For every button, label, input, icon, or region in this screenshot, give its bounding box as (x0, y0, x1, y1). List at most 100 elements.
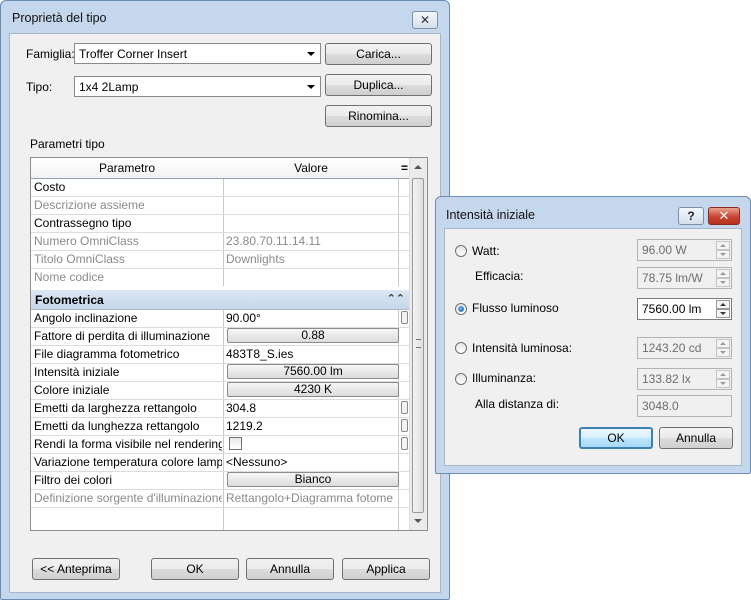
initial-intensity-dialog: Intensità iniziale ? ✕ Watt: 96.00 W Eff… (435, 196, 751, 474)
famiglia-dropdown[interactable]: Troffer Corner Insert (74, 43, 321, 64)
collapse-icon[interactable]: ⌃⌃ (387, 292, 405, 305)
watt-field[interactable]: 96.00 W (637, 239, 732, 261)
dialog-annulla-button[interactable]: Annulla (659, 427, 733, 449)
perdita-value-button[interactable]: 0.88 (227, 328, 399, 343)
dialog-close-button[interactable]: ✕ (708, 207, 740, 225)
param-value[interactable]: 1219.2 (226, 419, 398, 433)
efficacia-field[interactable]: 78.75 lm/W (637, 267, 732, 289)
param-name: File diagramma fotometrico (34, 347, 180, 361)
table-row[interactable]: Titolo OmniClass Downlights (31, 250, 411, 269)
illuminanza-field[interactable]: 133.82 lx (637, 368, 732, 390)
close-icon: ✕ (419, 13, 431, 27)
spin-up-icon[interactable] (716, 339, 730, 348)
intensita-label: Intensità luminosa: (472, 341, 573, 355)
ok-button[interactable]: OK (151, 558, 239, 580)
table-row[interactable]: Angolo inclinazione 90.00° (31, 309, 411, 328)
row-edit-handle[interactable] (401, 437, 408, 450)
table-row[interactable]: Emetti da lunghezza rettangolo 1219.2 (31, 417, 411, 436)
group-title: Fotometrica (35, 293, 104, 307)
tipo-dropdown[interactable]: 1x4 2Lamp (74, 76, 321, 97)
group-header-fotometrica[interactable]: Fotometrica ⌃⌃ (31, 290, 411, 310)
chevron-down-icon (307, 52, 315, 56)
intensita-radio[interactable] (455, 342, 467, 354)
watt-radio[interactable] (455, 245, 467, 257)
table-row[interactable]: Nome codice (31, 268, 411, 287)
close-icon: ✕ (718, 208, 730, 223)
row-edit-handle[interactable] (401, 401, 408, 414)
illuminanza-radio[interactable] (455, 373, 467, 385)
rinomina-button[interactable]: Rinomina... (325, 105, 432, 127)
spin-up-icon[interactable] (716, 370, 730, 379)
flusso-label: Flusso luminoso (472, 301, 559, 315)
table-row[interactable]: Costo (31, 178, 411, 197)
header-parametro[interactable]: Parametro (31, 158, 223, 178)
scroll-thumb[interactable] (412, 178, 424, 513)
table-row[interactable]: Colore iniziale 4230 K (31, 381, 411, 400)
table-row[interactable]: Variazione temperatura colore lamp <Ness… (31, 453, 411, 472)
spin-up-icon[interactable] (716, 269, 730, 278)
distanza-label: Alla distanza di: (475, 397, 560, 411)
table-row[interactable]: Rendi la forma visibile nel rendering (31, 435, 411, 454)
param-value[interactable]: 483T8_S.ies (226, 347, 398, 361)
row-edit-handle[interactable] (401, 419, 408, 432)
param-value[interactable]: <Nessuno> (226, 455, 398, 469)
param-name: Emetti da lunghezza rettangolo (34, 419, 200, 433)
spin-down-icon[interactable] (716, 309, 730, 318)
param-name: Angolo inclinazione (34, 311, 138, 325)
table-row[interactable]: Emetti da larghezza rettangolo 304.8 (31, 399, 411, 418)
row-edit-handle[interactable] (401, 311, 408, 324)
table-row[interactable]: Intensità iniziale 7560.00 lm (31, 363, 411, 382)
table-row[interactable]: Contrassegno tipo (31, 214, 411, 233)
header-valore[interactable]: Valore (224, 158, 398, 178)
scroll-up-icon[interactable] (414, 165, 422, 169)
rendi-checkbox[interactable] (229, 437, 242, 450)
param-value[interactable]: 304.8 (226, 401, 398, 415)
section-label: Parametri tipo (30, 137, 105, 151)
tipo-value: 1x4 2Lamp (79, 80, 139, 94)
distanza-field[interactable]: 3048.0 (637, 395, 732, 417)
spin-down-icon[interactable] (716, 250, 730, 259)
flusso-field[interactable]: 7560.00 lm (637, 298, 732, 320)
intensita-value: 1243.20 cd (642, 341, 702, 355)
anteprima-button[interactable]: << Anteprima (32, 558, 120, 580)
table-row[interactable]: Filtro dei colori Bianco (31, 471, 411, 490)
colore-value-button[interactable]: 4230 K (227, 382, 399, 397)
flusso-radio[interactable] (455, 303, 467, 315)
illuminanza-value: 133.82 lx (642, 372, 691, 386)
param-name: Variazione temperatura colore lamp (34, 455, 222, 469)
spin-down-icon[interactable] (716, 348, 730, 357)
chevron-down-icon (307, 85, 315, 89)
spin-down-icon[interactable] (716, 379, 730, 388)
help-button[interactable]: ? (678, 207, 704, 225)
distanza-value: 3048.0 (642, 399, 679, 413)
spin-up-icon[interactable] (716, 300, 730, 309)
spin-up-icon[interactable] (716, 241, 730, 250)
filtro-value-button[interactable]: Bianco (227, 472, 399, 487)
dialog-ok-button[interactable]: OK (579, 427, 653, 449)
close-button[interactable]: ✕ (412, 11, 438, 29)
efficacia-label: Efficacia: (475, 269, 524, 283)
scroll-down-icon[interactable] (414, 519, 422, 523)
param-value[interactable]: 90.00° (226, 311, 398, 325)
param-name: Titolo OmniClass (34, 252, 125, 266)
intensita-field[interactable]: 1243.20 cd (637, 337, 732, 359)
table-row[interactable]: File diagramma fotometrico 483T8_S.ies (31, 345, 411, 364)
dialog-client: Watt: 96.00 W Efficacia: 78.75 lm/W Flus… (444, 228, 742, 466)
table-row[interactable]: Definizione sorgente d'illuminazione Ret… (31, 489, 411, 508)
spin-down-icon[interactable] (716, 278, 730, 287)
table-row[interactable]: Numero OmniClass 23.80.70.11.14.11 (31, 232, 411, 251)
param-name: Colore iniziale (34, 383, 110, 397)
carica-button[interactable]: Carica... (325, 43, 432, 65)
annulla-button[interactable]: Annulla (246, 558, 334, 580)
param-value: Downlights (226, 252, 285, 266)
param-name: Nome codice (34, 270, 105, 284)
grid-scrollbar[interactable] (409, 158, 427, 530)
grid-header: Parametro Valore = (31, 158, 411, 179)
table-row[interactable]: Descrizione assieme (31, 196, 411, 215)
table-row[interactable]: Fattore di perdita di illuminazione 0.88 (31, 327, 411, 346)
duplica-button[interactable]: Duplica... (325, 74, 432, 96)
grip-icon (416, 339, 421, 348)
applica-button[interactable]: Applica (342, 558, 430, 580)
param-name: Fattore di perdita di illuminazione (34, 329, 211, 343)
intensita-value-button[interactable]: 7560.00 lm (227, 364, 399, 379)
